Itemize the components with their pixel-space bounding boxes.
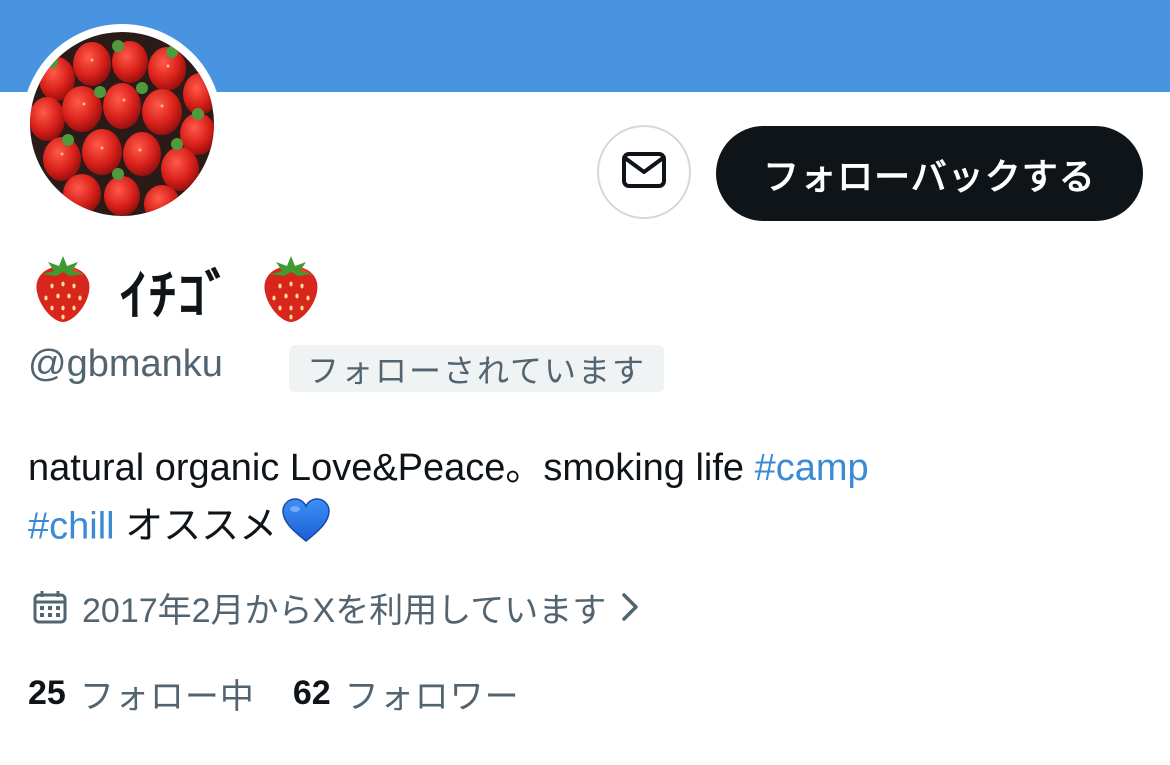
- profile-handle: @gbmanku: [28, 343, 223, 385]
- display-name-text: ｲﾁｺﾞ: [120, 265, 234, 326]
- strawberry-icon: [32, 252, 94, 329]
- follows-you-badge: フォローされています: [289, 345, 665, 392]
- followers-stat[interactable]: 62 フォロワー: [293, 669, 520, 718]
- following-label: フォロー中: [79, 677, 255, 716]
- joined-text: 2017年2月からXを利用しています: [82, 591, 607, 630]
- following-count: 25: [28, 673, 66, 712]
- profile-bio: natural organic Love&Peace。smoking life …: [28, 440, 1138, 560]
- followers-label: フォロワー: [344, 677, 520, 716]
- calendar-icon: [32, 589, 68, 625]
- follow-stats: 25 フォロー中 62 フォロワー: [28, 668, 520, 718]
- avatar[interactable]: [22, 24, 222, 224]
- hashtag-link-camp[interactable]: #camp: [755, 447, 869, 489]
- bio-text: オススメ: [114, 505, 278, 548]
- bio-text: natural organic Love&Peace。smoking life: [28, 447, 755, 489]
- strawberry-icon: [260, 252, 322, 329]
- display-name: ｲﾁｺﾞ: [32, 250, 322, 330]
- joined-date[interactable]: 2017年2月からXを利用しています: [32, 582, 640, 632]
- blue-heart-icon: [281, 497, 331, 560]
- follow-back-button[interactable]: フォローバックする: [716, 126, 1143, 221]
- following-stat[interactable]: 25 フォロー中: [28, 669, 255, 718]
- message-button[interactable]: [597, 125, 691, 219]
- envelope-icon: [621, 151, 667, 194]
- chevron-right-icon: [620, 592, 640, 622]
- avatar-strawberries-image: [30, 32, 214, 216]
- profile-page: フォローバックする ｲﾁｺﾞ @gbmanku フォローされています natur…: [0, 0, 1170, 765]
- hashtag-link-chill[interactable]: #chill: [28, 506, 115, 548]
- followers-count: 62: [292, 673, 331, 712]
